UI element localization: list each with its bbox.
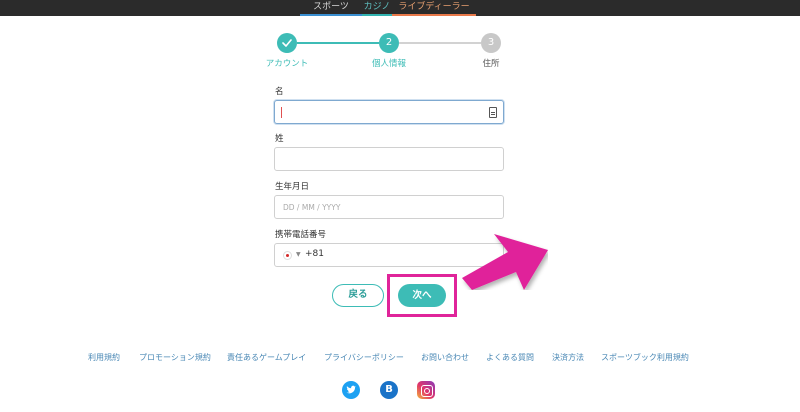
tab-sports-label: スポーツ: [313, 2, 349, 12]
id-card-icon: [489, 107, 497, 118]
footer-link-terms[interactable]: 利用規約: [88, 352, 120, 363]
birthdate-input[interactable]: DD / MM / YYYY: [274, 195, 504, 219]
last-name-input[interactable]: [274, 147, 504, 171]
tab-casino-underline: [362, 14, 392, 16]
birthdate-label: 生年月日: [275, 182, 310, 192]
footer-link-sportsbook-terms[interactable]: スポーツブック利用規約: [601, 352, 689, 363]
footer-link-payment-methods[interactable]: 決済方法: [552, 352, 584, 363]
chevron-down-icon[interactable]: ▼: [296, 251, 301, 258]
last-name-label: 姓: [275, 134, 284, 144]
tab-live-dealer[interactable]: ライブディーラー: [392, 0, 476, 16]
step-2-label: 個人情報: [371, 59, 406, 69]
twitter-icon[interactable]: [342, 381, 360, 399]
phone-country-code: +81: [305, 249, 324, 259]
first-name-label: 名: [275, 87, 284, 97]
footer-link-responsible-gaming[interactable]: 責任あるゲームプレイ: [227, 352, 306, 363]
step-3-label: 住所: [482, 59, 500, 69]
tab-live-dealer-underline: [392, 14, 476, 16]
back-button[interactable]: 戻る: [332, 284, 384, 307]
step-2-circle: 2: [379, 33, 399, 53]
footer-link-contact[interactable]: お問い合わせ: [421, 352, 469, 363]
first-name-input[interactable]: [274, 100, 504, 124]
text-cursor: [281, 107, 282, 118]
stepper-line-completed: [297, 42, 379, 44]
footer-link-privacy-policy[interactable]: プライバシーポリシー: [324, 352, 404, 363]
footer-link-faq[interactable]: よくある質問: [486, 352, 534, 363]
phone-label: 携帯電話番号: [275, 230, 327, 240]
tab-live-dealer-label: ライブディーラー: [398, 2, 470, 12]
tab-sports-underline: [300, 14, 362, 16]
step-3-circle: 3: [481, 33, 501, 53]
tab-casino[interactable]: カジノ: [362, 0, 392, 16]
stepper-line-pending: [399, 42, 481, 44]
instagram-icon[interactable]: [417, 381, 435, 399]
pointer-arrow-icon: [462, 234, 548, 290]
step-1-label: アカウント: [265, 59, 309, 69]
check-icon: [282, 39, 292, 47]
blogger-icon[interactable]: B: [380, 381, 398, 399]
tab-casino-label: カジノ: [363, 2, 391, 12]
twitter-bird-glyph: [346, 385, 356, 394]
top-nav-bar: スポーツ カジノ ライブディーラー: [0, 0, 800, 16]
step-1-circle: [277, 33, 297, 53]
next-button[interactable]: 次へ: [398, 284, 446, 307]
birthdate-placeholder: DD / MM / YYYY: [283, 203, 341, 212]
footer-link-promotion-terms[interactable]: プロモーション規約: [139, 352, 211, 363]
tab-sports[interactable]: スポーツ: [300, 0, 362, 16]
japan-flag-icon[interactable]: [283, 251, 292, 260]
